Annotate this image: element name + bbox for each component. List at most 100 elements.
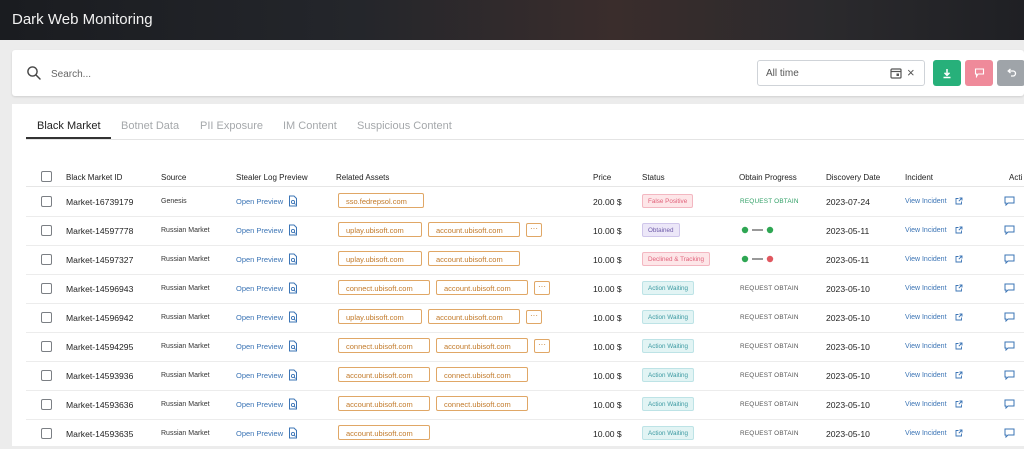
external-link-icon[interactable]: [955, 371, 963, 379]
external-link-icon[interactable]: [955, 255, 963, 263]
open-preview-link[interactable]: Open Preview: [236, 313, 283, 322]
request-obtain-button[interactable]: REQUEST OBTAIN: [740, 401, 799, 408]
asset-tag[interactable]: connect.ubisoft.com: [436, 367, 528, 382]
asset-tag[interactable]: uplay.ubisoft.com: [338, 251, 422, 266]
request-obtain-button[interactable]: REQUEST OBTAIN: [740, 372, 799, 379]
external-link-icon[interactable]: [955, 313, 963, 321]
col-header-id[interactable]: Black Market ID: [66, 173, 122, 182]
flag-button[interactable]: [965, 60, 993, 86]
preview-doc-icon[interactable]: [288, 427, 298, 439]
download-button[interactable]: [933, 60, 961, 86]
asset-tag[interactable]: sso.fedrepsol.com: [338, 193, 424, 208]
asset-tag[interactable]: uplay.ubisoft.com: [338, 222, 422, 237]
col-header-preview[interactable]: Stealer Log Preview: [236, 173, 308, 182]
view-incident-link[interactable]: View Incident: [905, 430, 947, 437]
row-checkbox[interactable]: [41, 283, 52, 294]
comment-icon[interactable]: [1004, 283, 1015, 293]
table-row[interactable]: Market-14593635 Russian Market Open Previe…: [26, 419, 1024, 449]
col-header-obtain[interactable]: Obtain Progress: [739, 173, 797, 182]
external-link-icon[interactable]: [955, 197, 963, 205]
clear-date-icon[interactable]: ×: [907, 66, 915, 80]
asset-tag[interactable]: account.ubisoft.com: [428, 222, 520, 237]
comment-icon[interactable]: [1004, 254, 1015, 264]
more-assets-button[interactable]: ···: [534, 339, 550, 353]
asset-tag[interactable]: connect.ubisoft.com: [338, 280, 430, 295]
open-preview-link[interactable]: Open Preview: [236, 342, 283, 351]
date-range-field[interactable]: All time ×: [757, 60, 925, 86]
comment-icon[interactable]: [1004, 399, 1015, 409]
view-incident-link[interactable]: View Incident: [905, 285, 947, 292]
view-incident-link[interactable]: View Incident: [905, 256, 947, 263]
preview-doc-icon[interactable]: [288, 311, 298, 323]
request-obtain-button[interactable]: REQUEST OBTAIN: [740, 430, 799, 437]
open-preview-link[interactable]: Open Preview: [236, 197, 283, 206]
preview-doc-icon[interactable]: [288, 253, 298, 265]
external-link-icon[interactable]: [955, 400, 963, 408]
comment-icon[interactable]: [1004, 312, 1015, 322]
asset-tag[interactable]: account.ubisoft.com: [338, 396, 430, 411]
asset-tag[interactable]: uplay.ubisoft.com: [338, 309, 422, 324]
undo-button[interactable]: [997, 60, 1024, 86]
view-incident-link[interactable]: View Incident: [905, 401, 947, 408]
external-link-icon[interactable]: [955, 429, 963, 437]
asset-tag[interactable]: connect.ubisoft.com: [436, 396, 528, 411]
tab-suspicious-content[interactable]: Suspicious Content: [357, 120, 452, 132]
open-preview-link[interactable]: Open Preview: [236, 226, 283, 235]
request-obtain-button[interactable]: REQUEST OBTAIN: [740, 198, 799, 205]
preview-doc-icon[interactable]: [288, 398, 298, 410]
comment-icon[interactable]: [1004, 370, 1015, 380]
request-obtain-button[interactable]: REQUEST OBTAIN: [740, 343, 799, 350]
preview-doc-icon[interactable]: [288, 282, 298, 294]
tab-black-market[interactable]: Black Market: [37, 120, 101, 132]
col-header-incident[interactable]: Incident: [905, 173, 933, 182]
row-checkbox[interactable]: [41, 312, 52, 323]
row-checkbox[interactable]: [41, 225, 52, 236]
view-incident-link[interactable]: View Incident: [905, 372, 947, 379]
row-checkbox[interactable]: [41, 341, 52, 352]
view-incident-link[interactable]: View Incident: [905, 314, 947, 321]
asset-tag[interactable]: account.ubisoft.com: [428, 309, 520, 324]
col-header-status[interactable]: Status: [642, 173, 665, 182]
preview-doc-icon[interactable]: [288, 224, 298, 236]
request-obtain-button[interactable]: REQUEST OBTAIN: [740, 314, 799, 321]
view-incident-link[interactable]: View Incident: [905, 198, 947, 205]
asset-tag[interactable]: account.ubisoft.com: [428, 251, 520, 266]
col-header-date[interactable]: Discovery Date: [826, 173, 880, 182]
external-link-icon[interactable]: [955, 226, 963, 234]
col-header-price[interactable]: Price: [593, 173, 611, 182]
view-incident-link[interactable]: View Incident: [905, 343, 947, 350]
table-row[interactable]: Market-14596943 Russian Market Open Previe…: [26, 274, 1024, 304]
table-row[interactable]: Market-14596942 Russian Market Open Previe…: [26, 303, 1024, 333]
view-incident-link[interactable]: View Incident: [905, 227, 947, 234]
comment-icon[interactable]: [1004, 428, 1015, 438]
row-checkbox[interactable]: [41, 370, 52, 381]
open-preview-link[interactable]: Open Preview: [236, 284, 283, 293]
more-assets-button[interactable]: ···: [526, 310, 542, 324]
search-input[interactable]: [49, 63, 653, 85]
asset-tag[interactable]: account.ubisoft.com: [436, 280, 528, 295]
open-preview-link[interactable]: Open Preview: [236, 429, 283, 438]
row-checkbox[interactable]: [41, 254, 52, 265]
calendar-icon[interactable]: [890, 67, 902, 79]
open-preview-link[interactable]: Open Preview: [236, 255, 283, 264]
select-all-checkbox[interactable]: [41, 171, 52, 182]
preview-doc-icon[interactable]: [288, 369, 298, 381]
open-preview-link[interactable]: Open Preview: [236, 371, 283, 380]
open-preview-link[interactable]: Open Preview: [236, 400, 283, 409]
table-row[interactable]: Market-16739179 Genesis Open Preview sso.fe…: [26, 187, 1024, 217]
table-row[interactable]: Market-14594295 Russian Market Open Previe…: [26, 332, 1024, 362]
row-checkbox[interactable]: [41, 196, 52, 207]
asset-tag[interactable]: account.ubisoft.com: [338, 367, 430, 382]
request-obtain-button[interactable]: REQUEST OBTAIN: [740, 285, 799, 292]
table-row[interactable]: Market-14597327 Russian Market Open Previe…: [26, 245, 1024, 275]
table-row[interactable]: Market-14593636 Russian Market Open Previe…: [26, 390, 1024, 420]
external-link-icon[interactable]: [955, 284, 963, 292]
col-header-assets[interactable]: Related Assets: [336, 173, 389, 182]
col-header-source[interactable]: Source: [161, 173, 186, 182]
more-assets-button[interactable]: ···: [534, 281, 550, 295]
row-checkbox[interactable]: [41, 428, 52, 439]
col-header-actions[interactable]: Acti: [1009, 173, 1022, 182]
table-row[interactable]: Market-14593936 Russian Market Open Previe…: [26, 361, 1024, 391]
tab-botnet-data[interactable]: Botnet Data: [121, 120, 179, 132]
asset-tag[interactable]: connect.ubisoft.com: [338, 338, 430, 353]
